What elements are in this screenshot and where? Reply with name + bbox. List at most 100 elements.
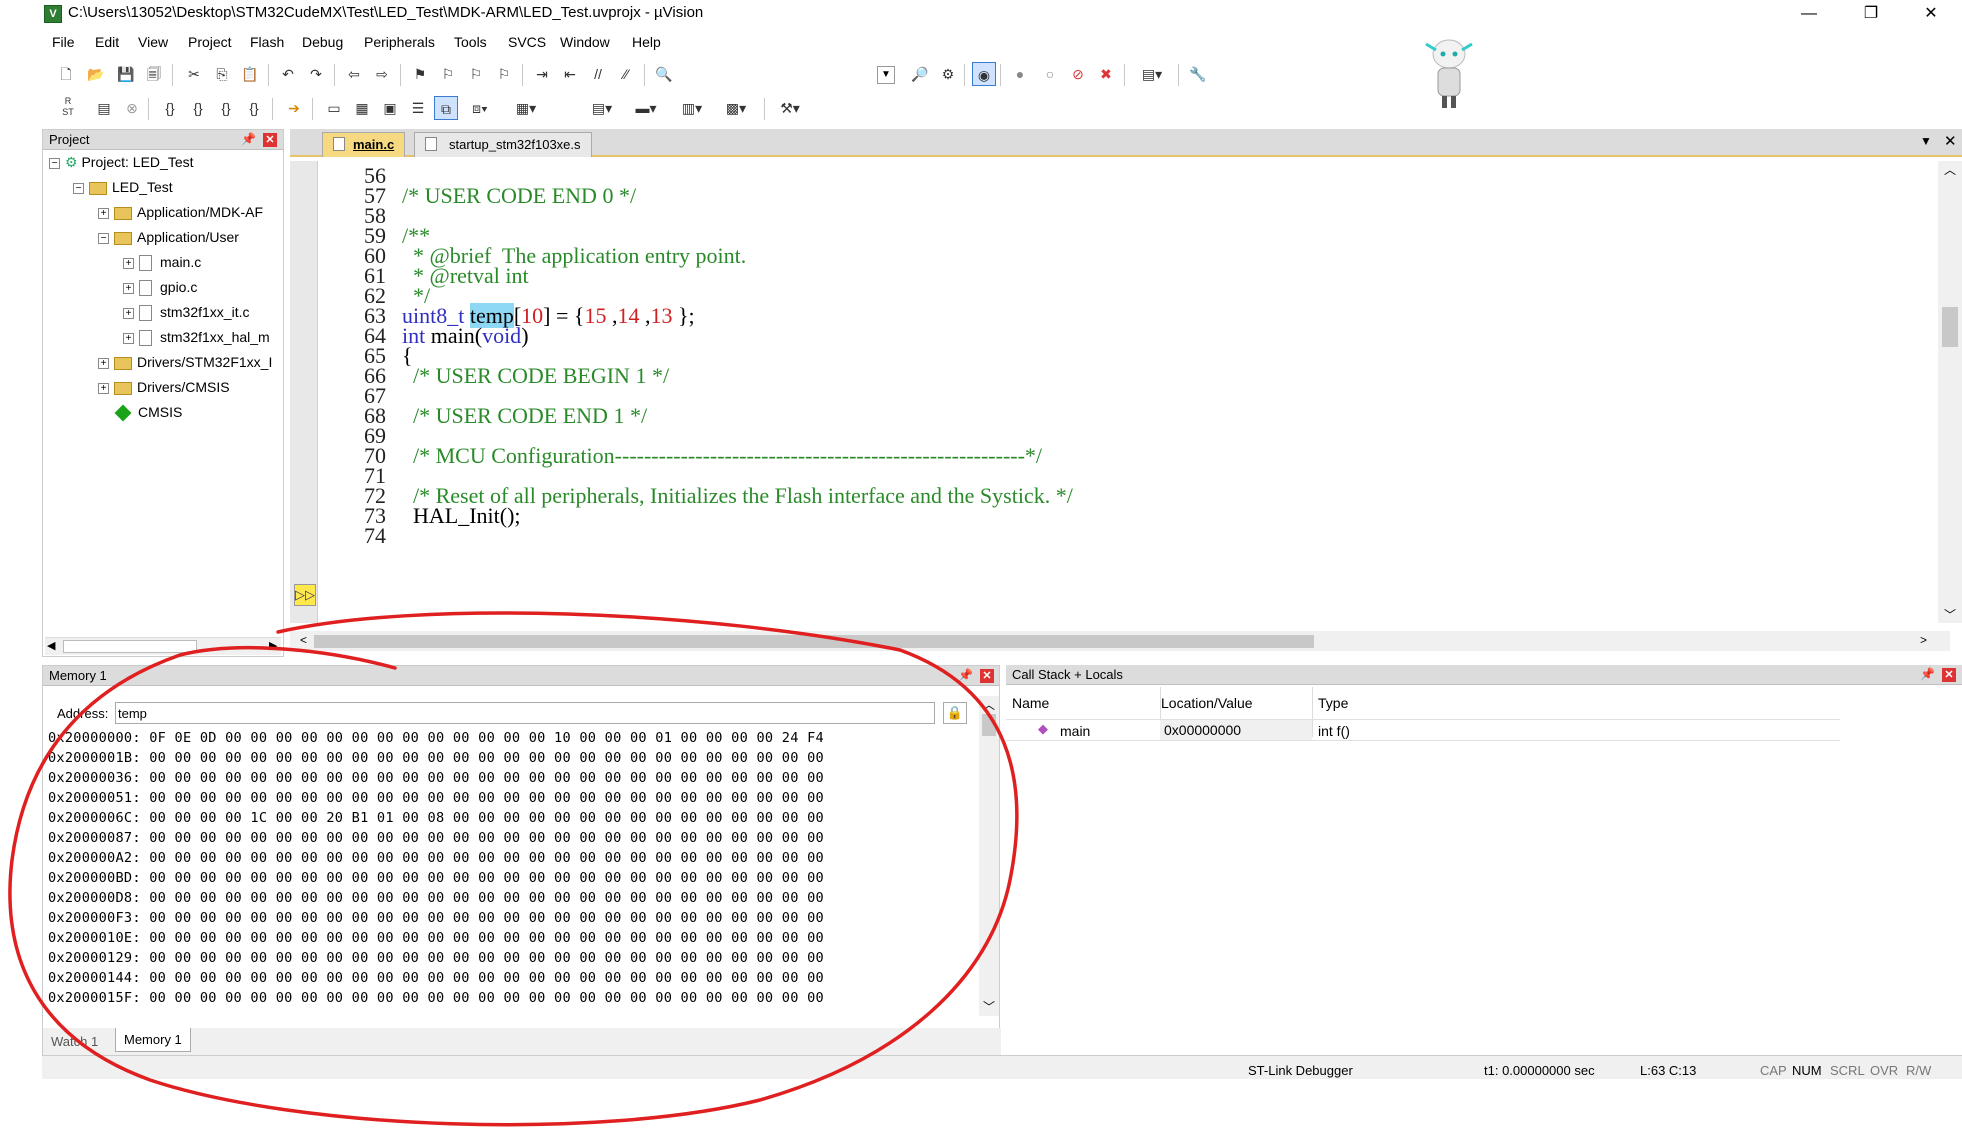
disassembly-window-icon[interactable]: ▦ xyxy=(350,96,374,120)
menu-tools[interactable]: Tools xyxy=(454,34,487,50)
column-header-name[interactable]: Name xyxy=(1012,695,1049,711)
expand-icon[interactable]: + xyxy=(123,282,134,294)
memory-row[interactable]: 0x200000A2: 00 00 00 00 00 00 00 00 00 0… xyxy=(48,850,824,866)
serial-window-icon[interactable]: ▤▾ xyxy=(584,96,620,120)
lock-icon[interactable]: 🔒 xyxy=(943,702,967,724)
scroll-left-icon[interactable]: ◀ xyxy=(47,639,55,652)
nav-forward-icon[interactable]: ⇨ xyxy=(370,62,394,86)
copy-icon[interactable]: ⎘ xyxy=(210,62,234,86)
disable-breakpoint-icon[interactable]: ○ xyxy=(1038,62,1062,86)
memory-row[interactable]: 0x2000006C: 00 00 00 00 1C 00 00 20 B1 0… xyxy=(48,810,824,826)
memory-row[interactable]: 0x200000BD: 00 00 00 00 00 00 00 00 00 0… xyxy=(48,870,824,886)
close-tab-icon[interactable]: ✕ xyxy=(1944,132,1957,150)
scroll-left-icon[interactable]: < xyxy=(300,633,307,647)
find-icon[interactable]: 🔎 xyxy=(908,62,932,86)
save-icon[interactable]: 💾 xyxy=(114,62,138,86)
menu-svcs[interactable]: SVCS xyxy=(508,34,546,50)
pin-icon[interactable]: 📌 xyxy=(1920,667,1935,681)
scroll-thumb[interactable] xyxy=(1942,307,1958,347)
memory-rows[interactable]: 0x20000000: 0F 0E 0D 00 00 00 00 00 00 0… xyxy=(43,728,979,1016)
next-bookmark-icon[interactable]: ⚐ xyxy=(464,62,488,86)
expand-icon[interactable]: + xyxy=(98,357,109,369)
memory-row[interactable]: 0x20000087: 00 00 00 00 00 00 00 00 00 0… xyxy=(48,830,824,846)
menu-window[interactable]: Window xyxy=(560,34,610,50)
start-stop-debug-icon[interactable]: ◉ xyxy=(972,62,996,86)
menu-peripherals[interactable]: Peripherals xyxy=(364,34,435,50)
tree-item-cmsis[interactable]: CMSIS xyxy=(114,404,182,422)
debug-settings-icon[interactable]: ⚙ xyxy=(936,62,960,86)
table-row[interactable]: ◆ main 0x00000000 int f() xyxy=(1006,719,1840,741)
minimize-button[interactable]: — xyxy=(1786,0,1832,30)
tree-item-application-user[interactable]: − Application/User xyxy=(98,229,239,245)
tree-item-project[interactable]: − ⚙ Project: LED_Test xyxy=(49,154,194,171)
configure-icon[interactable]: 🔧 xyxy=(1186,62,1210,86)
indent-icon[interactable]: ⇥ xyxy=(530,62,554,86)
collapse-icon[interactable]: − xyxy=(49,157,60,169)
chevron-down-icon[interactable]: ▼ xyxy=(877,66,895,84)
expand-icon[interactable]: + xyxy=(123,257,134,269)
expand-icon[interactable]: + xyxy=(98,382,109,394)
scroll-right-icon[interactable]: > xyxy=(1920,633,1927,647)
scroll-thumb[interactable] xyxy=(63,640,197,653)
find-in-files-icon[interactable]: 🔍 xyxy=(652,62,676,86)
collapse-icon[interactable]: − xyxy=(98,232,109,244)
tree-item-gpio-c[interactable]: + gpio.c xyxy=(123,279,197,297)
tab-watch-1[interactable]: Watch 1 xyxy=(51,1034,98,1049)
symbols-window-icon[interactable]: ▣ xyxy=(378,96,402,120)
scroll-up-icon[interactable]: ︿ xyxy=(983,696,995,713)
breakpoint-gutter[interactable] xyxy=(290,161,318,623)
step-over-icon[interactable]: {} xyxy=(186,96,210,120)
menu-flash[interactable]: Flash xyxy=(250,34,284,50)
redo-icon[interactable]: ↷ xyxy=(304,62,328,86)
nav-back-icon[interactable]: ⇦ xyxy=(342,62,366,86)
memory-row[interactable]: 0x20000129: 00 00 00 00 00 00 00 00 00 0… xyxy=(48,950,824,966)
step-out-icon[interactable]: {} xyxy=(214,96,238,120)
memory-row[interactable]: 0x200000F3: 00 00 00 00 00 00 00 00 00 0… xyxy=(48,910,824,926)
reset-icon[interactable]: R ST xyxy=(56,96,80,120)
open-file-icon[interactable]: 📂 xyxy=(84,62,108,86)
memory-row[interactable]: 0x20000000: 0F 0E 0D 00 00 00 00 00 00 0… xyxy=(48,730,824,746)
run-to-cursor-icon[interactable]: {} xyxy=(242,96,266,120)
menu-view[interactable]: View xyxy=(138,34,168,50)
tree-item-led-test[interactable]: − LED_Test xyxy=(73,179,173,195)
analysis-window-icon[interactable]: ▬▾ xyxy=(628,96,664,120)
tab-main-c[interactable]: main.c xyxy=(322,132,406,157)
toolbox-icon[interactable]: ⚒▾ xyxy=(772,96,808,120)
restore-button[interactable]: ❐ xyxy=(1848,0,1894,30)
bookmark-icon[interactable]: ⚑ xyxy=(408,62,432,86)
expand-icon[interactable]: + xyxy=(98,207,109,219)
run-icon[interactable]: ▤ xyxy=(92,96,116,120)
registers-window-icon[interactable]: ☰ xyxy=(406,96,430,120)
menu-project[interactable]: Project xyxy=(188,34,232,50)
close-window-button[interactable]: ✕ xyxy=(1908,0,1954,30)
scroll-right-icon[interactable]: ▶ xyxy=(269,639,277,652)
scroll-down-icon[interactable]: ﹀ xyxy=(983,998,995,1015)
memory-vscrollbar[interactable]: ︿ ﹀ xyxy=(979,696,999,1016)
unindent-icon[interactable]: ⇤ xyxy=(558,62,582,86)
pin-icon[interactable]: 📌 xyxy=(958,668,973,682)
close-icon[interactable]: ✕ xyxy=(980,669,994,683)
expand-icon[interactable]: + xyxy=(123,332,134,344)
tree-item-application-mdk[interactable]: + Application/MDK-AF xyxy=(98,204,263,220)
watch-window-icon[interactable]: ⧈▾ xyxy=(462,96,498,120)
collapse-icon[interactable]: − xyxy=(73,182,84,194)
system-viewer-icon[interactable]: ▩▾ xyxy=(718,96,754,120)
memory-row[interactable]: 0x20000036: 00 00 00 00 00 00 00 00 00 0… xyxy=(48,770,824,786)
editor-vscrollbar[interactable]: ︿ ﹀ xyxy=(1938,161,1962,623)
memory-row[interactable]: 0x20000051: 00 00 00 00 00 00 00 00 00 0… xyxy=(48,790,824,806)
tab-memory-1[interactable]: Memory 1 xyxy=(115,1028,191,1052)
stop-icon[interactable]: ⊗ xyxy=(120,96,144,120)
tree-item-drivers-cmsis[interactable]: + Drivers/CMSIS xyxy=(98,379,230,395)
trace-window-icon[interactable]: ▥▾ xyxy=(674,96,710,120)
show-next-statement-icon[interactable]: ➔ xyxy=(282,96,306,120)
window-layout-icon[interactable]: ▤▾ xyxy=(1132,62,1172,86)
memory-row[interactable]: 0x2000010E: 00 00 00 00 00 00 00 00 00 0… xyxy=(48,930,824,946)
scroll-thumb[interactable] xyxy=(982,714,996,736)
tree-item-stm32f1xx-it[interactable]: + stm32f1xx_it.c xyxy=(123,304,249,322)
tree-item-main-c[interactable]: + main.c xyxy=(123,254,201,272)
project-hscrollbar[interactable]: ◀ ▶ xyxy=(45,637,281,655)
menu-debug[interactable]: Debug xyxy=(302,34,343,50)
cut-icon[interactable]: ✂ xyxy=(182,62,206,86)
column-header-type[interactable]: Type xyxy=(1318,695,1348,711)
expand-icon[interactable]: + xyxy=(123,307,134,319)
